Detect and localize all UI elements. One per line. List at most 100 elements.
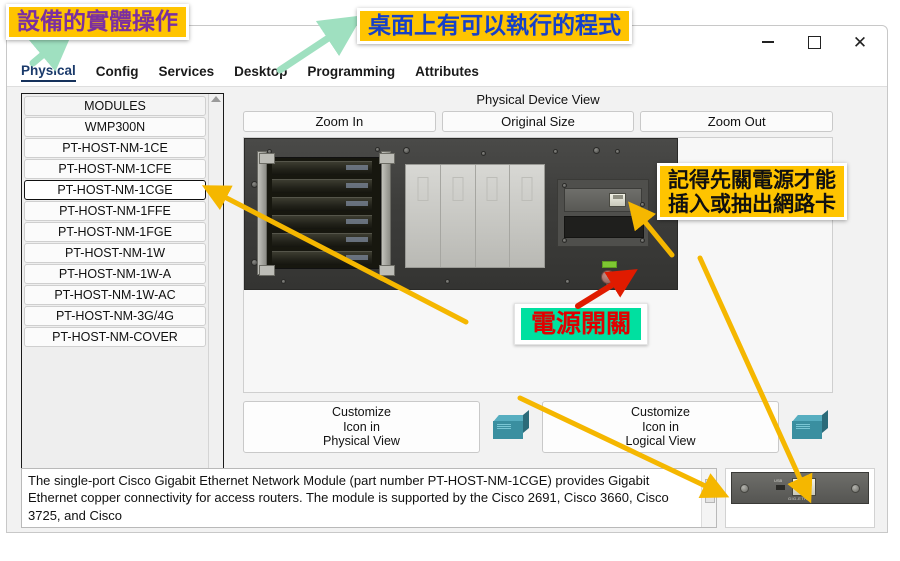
expansion-slot[interactable] xyxy=(441,165,476,267)
tab-services[interactable]: Services xyxy=(159,64,215,81)
zoom-toolbar: Zoom In Original Size Zoom Out xyxy=(243,111,834,132)
module-bay-stack[interactable] xyxy=(263,157,381,269)
rail-cap xyxy=(259,153,275,164)
bay-card[interactable] xyxy=(272,179,372,193)
cube-grill xyxy=(497,424,511,429)
screw-icon xyxy=(640,202,645,207)
close-button[interactable]: ✕ xyxy=(837,27,883,57)
tab-programming[interactable]: Programming xyxy=(307,64,395,81)
device-cube-icon xyxy=(493,409,529,439)
module-preview-panel: USB GIG-ETH 0 xyxy=(725,468,875,528)
tab-attributes[interactable]: Attributes xyxy=(415,64,479,81)
modules-list-header: MODULES xyxy=(24,96,206,116)
device-chassis[interactable] xyxy=(244,138,678,290)
bay-card[interactable] xyxy=(272,233,372,247)
rj45-port-icon xyxy=(792,478,816,496)
original-size-button[interactable]: Original Size xyxy=(441,111,635,132)
description-scroll-thumb[interactable] xyxy=(705,479,715,503)
callout-physical-operation: 設備的實體操作 xyxy=(6,4,189,40)
screw-icon xyxy=(740,484,749,493)
tab-physical[interactable]: Physical xyxy=(21,63,76,82)
installed-nic-module[interactable] xyxy=(564,188,642,212)
cube-grill xyxy=(796,424,810,429)
screw-icon xyxy=(481,151,486,156)
list-item[interactable]: PT-HOST-NM-1W-A xyxy=(24,264,206,284)
list-item[interactable]: PT-HOST-NM-1CE xyxy=(24,138,206,158)
device-window: ✕ Physical Config Services Desktop Progr… xyxy=(6,25,888,533)
window-controls: ✕ xyxy=(745,26,883,58)
list-item[interactable]: PT-HOST-NM-1W xyxy=(24,243,206,263)
maximize-button[interactable] xyxy=(791,27,837,57)
screw-icon xyxy=(403,147,410,154)
screw-icon xyxy=(383,279,388,284)
bay-card[interactable] xyxy=(272,161,372,175)
screw-icon xyxy=(562,238,567,243)
screw-icon xyxy=(553,149,558,154)
list-item[interactable]: PT-HOST-NM-1W-AC xyxy=(24,285,206,305)
screw-icon xyxy=(565,279,570,284)
list-item[interactable]: PT-HOST-NM-1FFE xyxy=(24,201,206,221)
tab-config[interactable]: Config xyxy=(96,64,139,81)
bay-card[interactable] xyxy=(272,251,372,265)
tab-desktop[interactable]: Desktop xyxy=(234,64,287,81)
minimize-button[interactable] xyxy=(745,27,791,57)
nic-bay[interactable] xyxy=(557,179,649,247)
description-scrollbar[interactable] xyxy=(701,469,716,527)
callout-desktop-text: 桌面上有可以執行的程式 xyxy=(360,11,629,41)
screw-icon xyxy=(562,183,567,188)
modules-list: MODULES WMP300N PT-HOST-NM-1CE PT-HOST-N… xyxy=(22,94,208,477)
list-item[interactable]: WMP300N xyxy=(24,117,206,137)
rail-cap xyxy=(259,265,275,276)
bay-card[interactable] xyxy=(272,197,372,211)
bay-card[interactable] xyxy=(272,215,372,229)
zoom-in-button[interactable]: Zoom In xyxy=(243,111,436,132)
callout-desktop-programs: 桌面上有可以執行的程式 xyxy=(357,8,632,44)
expansion-slot[interactable] xyxy=(406,165,441,267)
physical-view-device-icon-wrap xyxy=(488,401,534,453)
minimize-icon xyxy=(762,41,774,43)
zoom-out-button[interactable]: Zoom Out xyxy=(640,111,834,132)
customize-logical-line2: Icon in xyxy=(642,419,679,434)
customize-logical-view-button[interactable]: Customize Icon in Logical View xyxy=(542,401,779,453)
screw-icon xyxy=(375,147,380,152)
modules-panel: MODULES WMP300N PT-HOST-NM-1CE PT-HOST-N… xyxy=(21,93,224,478)
close-icon: ✕ xyxy=(852,32,868,52)
module-description-panel: The single-port Cisco Gigabit Ethernet N… xyxy=(21,468,717,528)
list-item-selected[interactable]: PT-HOST-NM-1CGE xyxy=(24,180,206,200)
screw-icon xyxy=(640,238,645,243)
callout-power-warning-text: 記得先關電源才能 插入或抽出網路卡 xyxy=(660,166,844,218)
callout-power-warning-line1: 記得先關電源才能 xyxy=(668,167,836,192)
list-item[interactable]: PT-HOST-NM-3G/4G xyxy=(24,306,206,326)
cube-side xyxy=(523,409,529,433)
expansion-slot[interactable] xyxy=(510,165,544,267)
list-item[interactable]: PT-HOST-NM-1FGE xyxy=(24,222,206,242)
rail-cap xyxy=(379,153,395,164)
device-cube-icon xyxy=(792,409,828,439)
empty-nic-slot[interactable] xyxy=(564,216,644,238)
usb-port-icon xyxy=(776,485,785,490)
maximize-icon xyxy=(807,35,821,49)
module-description-text: The single-port Cisco Gigabit Ethernet N… xyxy=(28,473,669,523)
list-item[interactable]: PT-HOST-NM-1CFE xyxy=(24,159,206,179)
callout-physical-text: 設備的實體操作 xyxy=(9,7,186,37)
rj45-port-label: GIG-ETH 0 xyxy=(788,496,812,501)
customize-logical-line1: Customize xyxy=(630,404,691,419)
callout-power-switch: 電源開關 xyxy=(514,303,649,346)
module-preview-image: USB GIG-ETH 0 xyxy=(731,472,869,504)
modules-scrollbar[interactable] xyxy=(208,94,223,477)
screw-icon xyxy=(445,279,450,284)
scroll-up-icon[interactable] xyxy=(211,96,221,102)
screw-icon xyxy=(593,147,600,154)
customize-row: Customize Icon in Physical View Customiz… xyxy=(243,401,833,453)
expansion-slot[interactable] xyxy=(476,165,511,267)
customize-physical-view-button[interactable]: Customize Icon in Physical View xyxy=(243,401,480,453)
callout-power-warning-line2: 插入或抽出網路卡 xyxy=(668,190,836,216)
expansion-slot-group[interactable] xyxy=(405,164,545,268)
list-item[interactable]: PT-HOST-NM-COVER xyxy=(24,327,206,347)
logical-view-device-icon-wrap xyxy=(787,401,833,453)
bay-rail-left xyxy=(257,151,267,275)
usb-port-label: USB xyxy=(774,478,783,483)
customize-physical-line3: Physical View xyxy=(323,434,400,449)
power-switch-button[interactable] xyxy=(601,270,615,284)
customize-logical-line3: Logical View xyxy=(625,434,696,449)
